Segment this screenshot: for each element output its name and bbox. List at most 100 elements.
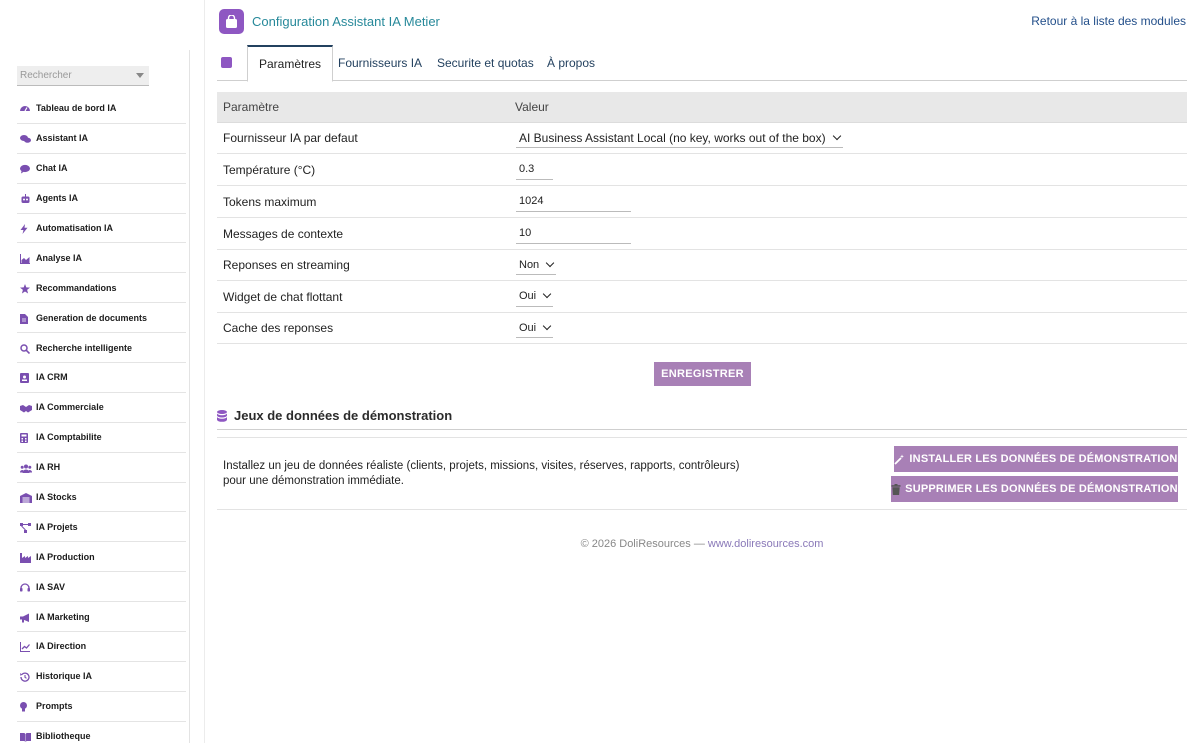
sidebar-item-chat-ia[interactable]: Chat IA — [17, 154, 186, 184]
row-label: Widget de chat flottant — [223, 289, 343, 304]
default-provider-select[interactable]: AI Business Assistant Local (no key, wor… — [516, 128, 843, 148]
sidebar-item-ia-sav[interactable]: IA SAV — [17, 572, 186, 603]
footer-website-link[interactable]: www.doliresources.com — [708, 538, 824, 550]
select-value: AI Business Assistant Local (no key, wor… — [519, 130, 826, 145]
sidebar-item-label: IA CRM — [36, 372, 68, 383]
sidebar-item-label: IA Comptabilite — [36, 432, 102, 443]
delete-demo-button[interactable]: SUPPRIMER LES DONNÉES DE DÉMONSTRATION — [891, 476, 1178, 502]
sidebar-item-label: Chat IA — [36, 163, 68, 174]
contact-card-icon — [20, 372, 30, 384]
sidebar-item-ia-production[interactable]: IA Production — [17, 542, 186, 573]
bolt-icon — [20, 223, 30, 234]
bullhorn-icon — [20, 612, 30, 623]
install-demo-button[interactable]: INSTALLER LES DONNÉES DE DÉMONSTRATION — [894, 446, 1178, 472]
sidebar-item-ia-marketing[interactable]: IA Marketing — [17, 602, 186, 633]
shopping-bag-icon — [219, 9, 244, 34]
sidebar-item-ia-crm[interactable]: IA CRM — [17, 363, 186, 393]
sidebar-search-select[interactable]: Rechercher — [17, 66, 149, 86]
chat-icon — [20, 163, 30, 174]
sidebar-border — [204, 0, 205, 743]
sidebar-item-ia-comptabilite[interactable]: IA Comptabilite — [17, 423, 186, 453]
footer: © 2026 DoliResources — www.doliresources… — [217, 538, 1187, 550]
sidebar-item-analyse-ia[interactable]: Analyse IA — [17, 243, 186, 274]
robot-icon — [20, 193, 30, 204]
search-placeholder: Rechercher — [20, 70, 72, 81]
row-label: Reponses en streaming — [223, 258, 350, 272]
back-to-modules-link[interactable]: Retour à la liste des modules — [1031, 14, 1186, 28]
table-row: Fournisseur IA par defaut AI Business As… — [217, 123, 1187, 154]
sidebar-item-recherche-intelligente[interactable]: Recherche intelligente — [17, 333, 186, 364]
tab-parametres[interactable]: Paramètres — [247, 45, 334, 82]
parameters-table: Paramètre Valeur Fournisseur IA par defa… — [217, 92, 1187, 344]
sidebar-item-label: Assistant IA — [36, 133, 89, 144]
response-cache-select[interactable]: Oui — [516, 318, 554, 338]
chart-area-icon — [20, 253, 30, 264]
sidebar-item-label: Bibliotheque — [36, 731, 91, 742]
row-label: Fournisseur IA par defaut — [223, 131, 358, 145]
star-icon — [20, 283, 30, 294]
delete-demo-label: SUPPRIMER LES DONNÉES DE DÉMONSTRATION — [905, 483, 1178, 495]
header-param: Paramètre — [223, 100, 280, 114]
sidebar-item-label: IA Projets — [36, 521, 78, 532]
sidebar-item-ia-commerciale[interactable]: IA Commerciale — [17, 393, 186, 423]
book-icon — [20, 731, 31, 743]
sidebar-item-prompts[interactable]: Prompts — [17, 692, 186, 722]
document-icon — [20, 313, 30, 324]
tab-a-propos[interactable]: À propos — [547, 45, 595, 81]
save-button[interactable]: ENREGISTRER — [654, 362, 751, 386]
sidebar-item-label: Historique IA — [36, 671, 93, 682]
sidebar-item-label: Tableau de bord IA — [36, 103, 117, 114]
page-title: Configuration Assistant IA Metier — [252, 14, 440, 29]
headset-icon — [20, 582, 30, 592]
sidebar-item-historique-ia[interactable]: Historique IA — [17, 662, 186, 692]
sidebar-item-label: Analyse IA — [36, 252, 83, 263]
section-divider — [217, 429, 1187, 430]
sidebar-item-label: IA Stocks — [36, 492, 77, 503]
sidebar-item-label: Recherche intelligente — [36, 342, 133, 353]
chevron-down-icon — [542, 289, 552, 299]
sidebar-item-label: IA Commerciale — [36, 402, 104, 413]
sidebar-item-label: IA SAV — [36, 581, 66, 592]
sidebar-item-label: IA Marketing — [36, 611, 90, 622]
trash-icon — [891, 483, 901, 495]
sidebar-item-automatisation-ia[interactable]: Automatisation IA — [17, 214, 186, 244]
sidebar-item-tableau-de-bord-ia[interactable]: Tableau de bord IA — [17, 94, 186, 124]
streaming-select[interactable]: Non — [516, 255, 557, 275]
sidebar-item-ia-direction[interactable]: IA Direction — [17, 632, 186, 662]
sidebar-item-label: Automatisation IA — [36, 223, 114, 233]
sidebar-item-ia-projets[interactable]: IA Projets — [17, 512, 186, 543]
sidebar-item-generation-de-documents[interactable]: Generation de documents — [17, 303, 186, 334]
sidebar-item-recommandations[interactable]: Recommandations — [17, 273, 186, 304]
sidebar-item-agents-ia[interactable]: Agents IA — [17, 184, 186, 214]
table-row: Widget de chat flottant Oui — [217, 281, 1187, 313]
history-icon — [20, 671, 30, 683]
max-tokens-input[interactable]: 1024 — [516, 191, 631, 212]
floating-widget-select[interactable]: Oui — [516, 287, 554, 307]
table-row: Messages de contexte 10 — [217, 218, 1187, 250]
chevron-down-icon — [542, 321, 552, 330]
tab-bar: Paramètres Fournisseurs IA Securite et q… — [217, 45, 1187, 82]
sidebar-item-bibliotheque[interactable]: Bibliotheque — [17, 722, 186, 743]
temperature-input[interactable]: 0.3 — [516, 159, 553, 180]
demo-description-line1: Installez un jeu de données réaliste (cl… — [223, 460, 740, 472]
select-value: Oui — [519, 321, 537, 334]
table-row: Cache des reponses Oui — [217, 313, 1187, 344]
table-row: Tokens maximum 1024 — [217, 186, 1187, 218]
demo-section-title: Jeux de données de démonstration — [217, 408, 452, 423]
search-icon — [20, 343, 31, 354]
select-value: Oui — [519, 290, 537, 302]
tab-fournisseurs-ia[interactable]: Fournisseurs IA — [338, 45, 422, 81]
sidebar-item-label: Generation de documents — [36, 312, 148, 323]
caret-down-icon — [136, 73, 144, 78]
sidebar-item-label: Recommandations — [36, 282, 117, 293]
tab-securite-quotas[interactable]: Securite et quotas — [437, 45, 534, 81]
context-messages-input[interactable]: 10 — [516, 223, 631, 244]
sidebar-item-label: IA Production — [36, 551, 95, 562]
sidebar-item-ia-stocks[interactable]: IA Stocks — [17, 483, 186, 513]
module-tab-icon[interactable] — [221, 57, 232, 68]
sidebar-item-assistant-ia[interactable]: Assistant IA — [17, 124, 186, 154]
magic-wand-icon — [894, 454, 905, 465]
sidebar-item-ia-rh[interactable]: IA RH — [17, 453, 186, 483]
dashboard-icon — [20, 103, 30, 113]
sidebar-item-label: IA Direction — [36, 641, 87, 652]
